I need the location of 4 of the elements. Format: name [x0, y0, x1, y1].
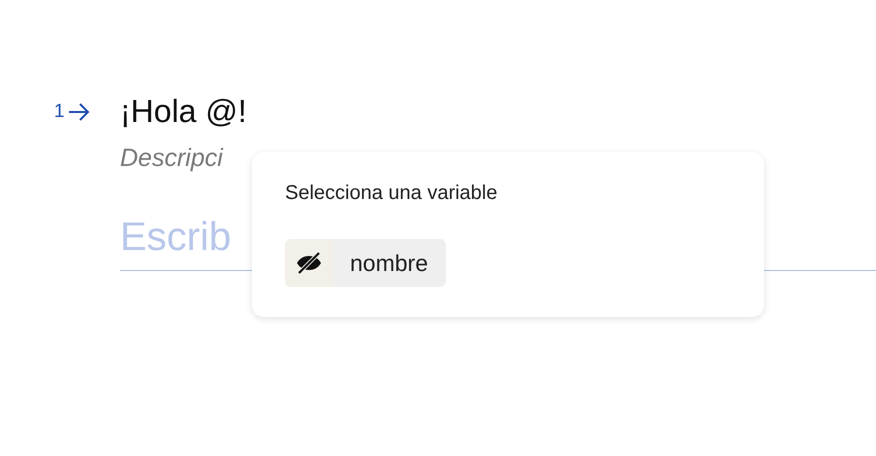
question-description: Descripci	[120, 144, 224, 173]
question-title: ¡Hola @!	[120, 93, 247, 130]
menu-title: Selecciona una variable	[285, 182, 498, 205]
question-number: 1	[54, 100, 65, 122]
